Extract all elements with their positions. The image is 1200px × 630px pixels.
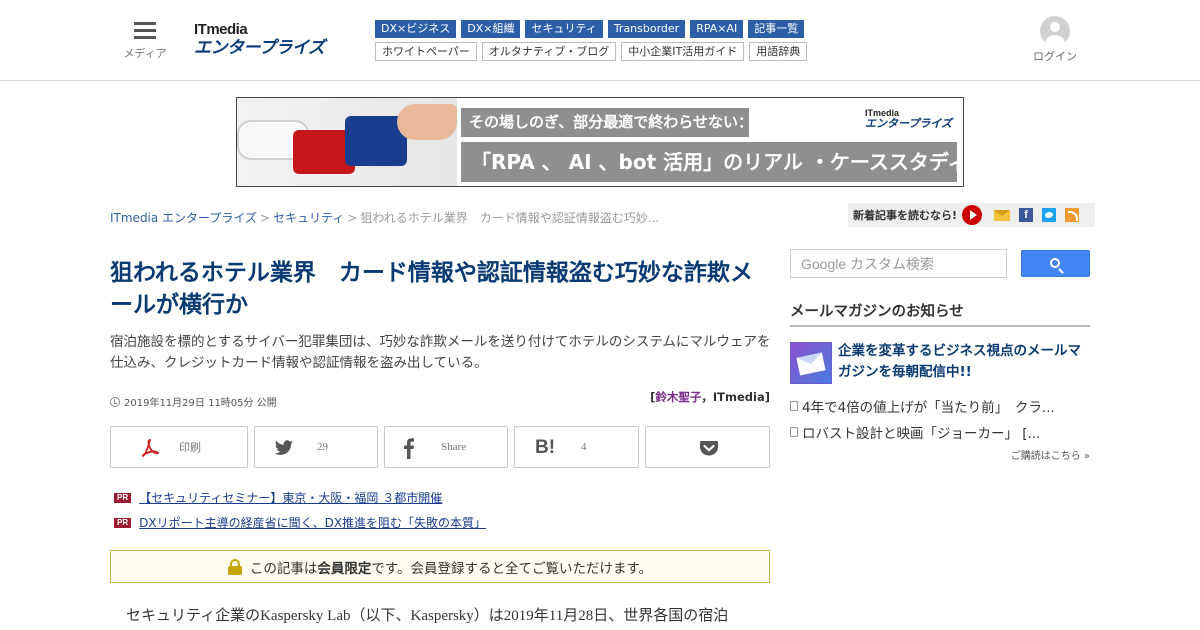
members-notice-suffix: です。会員登録すると全てご覧いただけます。 — [371, 560, 653, 577]
members-notice-text: この記事は会員限定です。会員登録すると全てご覧いただけます。 — [250, 557, 652, 577]
tweet-button[interactable]: 29 — [254, 426, 378, 468]
facebook-f-icon — [404, 438, 414, 459]
breadcrumb-separator: > — [259, 211, 271, 225]
tweet-count: 29 — [317, 441, 328, 453]
facebook-icon[interactable]: f — [1019, 208, 1034, 222]
pocket-button[interactable] — [645, 426, 770, 468]
article-body-first-line: セキュリティ企業のKaspersky Lab（以下、Kaspersky）は201… — [126, 608, 729, 624]
media-menu-label: メディア — [123, 47, 167, 60]
nav-tag-article-list[interactable]: 記事一覧 — [748, 20, 805, 38]
author-org: ITmedia — [712, 390, 765, 404]
pr-badge: PR — [114, 517, 132, 528]
facebook-share-button[interactable]: Share — [384, 426, 508, 468]
breadcrumb: ITmedia エンタープライズ > セキュリティ > 狙われるホテル業界 カード情報や… — [110, 209, 659, 226]
nav-tag-security[interactable]: セキュリティ — [525, 20, 603, 38]
nav-tag-transborder[interactable]: Transborder — [607, 20, 686, 38]
hatena-count: 4 — [581, 441, 587, 453]
author-name-link[interactable]: 鈴木聖子 — [655, 390, 701, 404]
site-header: メディア ITmedia エンタープライズ DX×ビジネス DX×組織 セキュリ… — [0, 0, 1200, 81]
document-icon — [790, 401, 798, 411]
mailmag-promo-link[interactable]: 企業を変革するビジネス視点のメールマガジンを毎朝配信中!! — [838, 341, 1094, 383]
nav-tag-rpa-ai[interactable]: RPA×AI — [690, 20, 744, 38]
hatena-bookmark-button[interactable]: B! 4 — [514, 426, 639, 468]
lock-icon — [227, 558, 242, 575]
twitter-icon[interactable] — [1042, 208, 1057, 222]
breadcrumb-separator: > — [347, 211, 358, 225]
banner-logo: ITmedia エンタープライズ — [865, 108, 955, 130]
publish-date-text: 2019年11月29日 11時05分 公開 — [124, 398, 277, 409]
mailmag-item[interactable]: 4年で4倍の値上げが「当たり前」 クラ... — [790, 396, 1055, 416]
banner-puzzle-image — [237, 98, 457, 186]
login-button[interactable]: ログイン — [1030, 16, 1080, 64]
nav-tag-dx-organization[interactable]: DX×組織 — [461, 20, 521, 38]
pocket-icon — [700, 441, 718, 456]
primary-category-nav: DX×ビジネス DX×組織 セキュリティ Transborder RPA×AI … — [375, 20, 805, 38]
byline-close-bracket: ] — [764, 390, 770, 404]
search-button[interactable] — [1021, 250, 1090, 277]
clock-icon — [110, 396, 120, 407]
nav-tag-whitepaper[interactable]: ホワイトペーパー — [375, 42, 477, 61]
user-avatar-icon — [1040, 16, 1070, 46]
author-byline: [鈴木聖子，ITmedia] — [560, 389, 770, 405]
breadcrumb-current: 狙われるホテル業界 カード情報や認証情報盗む巧妙... — [360, 211, 660, 225]
share-buttons: 印刷 29 Share B! 4 — [110, 426, 770, 468]
banner-tagline: その場しのぎ、部分最適で終わらせない： — [461, 108, 753, 137]
breadcrumb-home[interactable]: ITmedia エンタープライズ — [110, 211, 257, 225]
members-notice-prefix: この記事は — [249, 560, 318, 577]
banner-logo-enterprise: エンタープライズ — [865, 117, 953, 130]
ad-banner[interactable]: その場しのぎ、部分最適で終わらせない： 「RPA 、 AI 、bot 活用」のリ… — [236, 97, 964, 187]
subscribe-arrow-icon[interactable] — [962, 205, 983, 225]
mailmag-subscribe-link[interactable]: ご購読はこちら » — [960, 447, 1090, 462]
nav-tag-smb-it-guide[interactable]: 中小企業IT活用ガイド — [621, 42, 745, 61]
mailmag-item[interactable]: ロバスト設計と映画「ジョーカー」 [... — [790, 422, 1040, 442]
pr-link-dx-report[interactable]: DXリポート主導の経産省に聞く、DX推進を阻む「失敗の本質」 — [139, 514, 486, 531]
print-button[interactable]: 印刷 — [110, 426, 248, 468]
mail-icon[interactable] — [994, 209, 1011, 221]
pr-link-seminar[interactable]: 【セキュリティセミナー】東京・大阪・福岡 ３都市開催 — [139, 489, 442, 506]
nav-tag-dx-business[interactable]: DX×ビジネス — [375, 20, 457, 38]
members-notice-bold: 会員限定 — [317, 560, 372, 577]
subscribe-bar: 新着記事を読むなら! f — [848, 203, 1095, 227]
pdf-icon — [141, 439, 159, 457]
rss-icon[interactable] — [1065, 208, 1080, 222]
newsletter-envelope-icon[interactable] — [790, 342, 832, 384]
human-hand-shape — [397, 104, 457, 140]
search-icon — [1050, 258, 1060, 268]
subscribe-label: 新着記事を読むなら! — [853, 209, 958, 222]
article-title: 狙われるホテル業界 カード情報や認証情報盗む巧妙な詐欺メールが横行か — [110, 260, 753, 318]
site-logo[interactable]: ITmedia エンタープライズ — [194, 22, 346, 60]
mailmag-heading: メールマガジンのお知らせ — [790, 300, 1090, 327]
facebook-share-label: Share — [441, 441, 467, 453]
print-label: 印刷 — [179, 442, 201, 454]
pr-link-row: PR 【セキュリティセミナー】東京・大阪・福岡 ３都市開催 — [114, 489, 442, 506]
nav-tag-glossary[interactable]: 用語辞典 — [749, 42, 808, 61]
nav-tag-alternative-blog[interactable]: オルタナティブ・ブログ — [481, 42, 617, 61]
logo-itmedia: ITmedia — [194, 21, 248, 38]
hatena-icon: B! — [535, 437, 556, 458]
pr-badge: PR — [114, 492, 132, 503]
twitter-bird-icon — [274, 440, 293, 455]
mailmag-item-text: 4年で4倍の値上げが「当たり前」 クラ... — [802, 400, 1055, 416]
members-only-notice: この記事は会員限定です。会員登録すると全てご覧いただけます。 — [110, 550, 770, 583]
secondary-category-nav: ホワイトペーパー オルタナティブ・ブログ 中小企業IT活用ガイド 用語辞典 — [375, 42, 808, 61]
login-label: ログイン — [1033, 50, 1077, 63]
logo-enterprise: エンタープライズ — [194, 38, 325, 58]
publish-date: 2019年11月29日 11時05分 公開 — [110, 394, 277, 409]
mailmag-item-text: ロバスト設計と映画「ジョーカー」 [... — [802, 426, 1041, 442]
hamburger-icon — [134, 22, 156, 40]
document-icon — [790, 427, 798, 437]
banner-headline: 「RPA 、 AI 、bot 活用」のリアル ・ケーススタディー — [461, 142, 963, 182]
article-lead: 宿泊施設を標的とするサイバー犯罪集団は、巧妙な詐欺メールを送り付けてホテルのシス… — [110, 334, 771, 371]
breadcrumb-security[interactable]: セキュリティ — [273, 211, 344, 225]
byline-separator: ， — [701, 390, 713, 404]
pr-link-row: PR DXリポート主導の経産省に聞く、DX推進を阻む「失敗の本質」 — [114, 514, 486, 531]
site-search-input[interactable] — [790, 249, 1007, 278]
media-menu-button[interactable]: メディア — [120, 20, 170, 62]
